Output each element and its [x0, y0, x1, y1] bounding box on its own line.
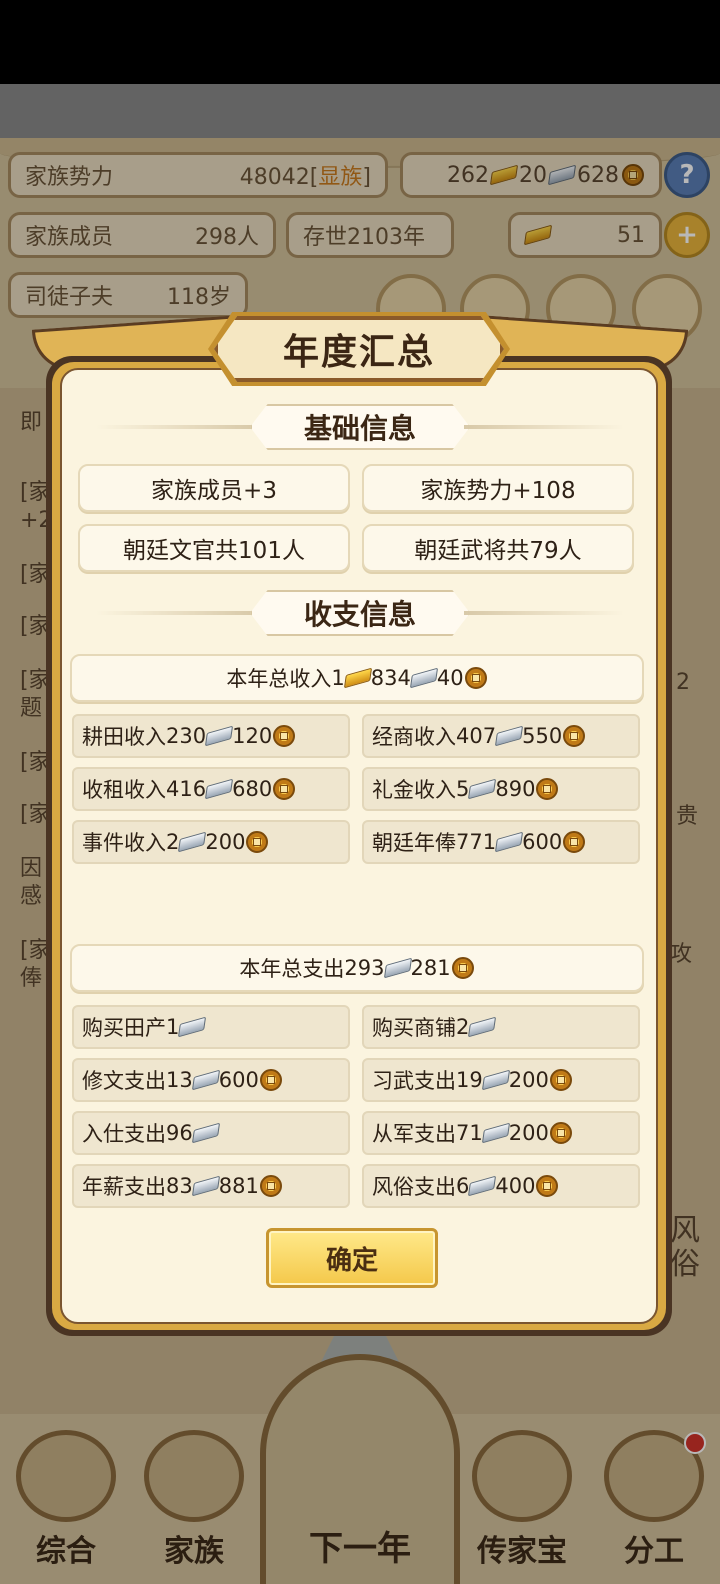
expense-item: 习武支出 19 200: [362, 1058, 640, 1102]
silver-ingot-icon: [191, 1175, 220, 1197]
expense-total: 本年总支出 293 281: [70, 944, 644, 992]
silver-ingot-icon: [495, 725, 524, 747]
expense-item: 风俗支出 6 400: [362, 1164, 640, 1208]
silver-ingot-icon: [178, 1016, 207, 1038]
expense-item: 购买商铺 2: [362, 1005, 640, 1049]
info-family-power: 家族势力+108: [362, 464, 634, 512]
copper-coin-icon: [259, 1175, 282, 1197]
silver-ingot-icon: [191, 1069, 220, 1091]
divider-line: [96, 611, 256, 615]
silver-ingot-icon: [468, 1175, 497, 1197]
income-total-silver: 834: [370, 666, 411, 690]
copper-coin-icon: [536, 1175, 559, 1197]
silver-ingot-icon: [178, 831, 207, 853]
info-military-generals: 朝廷武将共79人: [362, 524, 634, 572]
copper-coin-icon: [451, 957, 474, 979]
copper-coin-icon: [273, 725, 296, 747]
expense-item: 购买田产 1: [72, 1005, 350, 1049]
silver-ingot-icon: [205, 725, 234, 747]
income-total: 本年总收入 1 834 40: [70, 654, 644, 702]
section-basic-info: 基础信息: [96, 404, 624, 450]
silver-ingot-icon: [468, 1016, 497, 1038]
divider-line: [96, 425, 256, 429]
income-item: 耕田收入 230 120: [72, 714, 350, 758]
silver-ingot-icon: [468, 778, 497, 800]
gold-ingot-icon: [343, 667, 372, 689]
expense-item: 修文支出 13 600: [72, 1058, 350, 1102]
copper-coin-icon: [273, 778, 296, 800]
expense-item: 从军支出 71 200: [362, 1111, 640, 1155]
silver-ingot-icon: [205, 778, 234, 800]
silver-ingot-icon: [495, 831, 524, 853]
copper-coin-icon: [563, 725, 586, 747]
info-family-members: 家族成员+3: [78, 464, 350, 512]
section-finance-info-title: 收支信息: [250, 590, 470, 636]
copper-coin-icon: [549, 1069, 572, 1091]
divider-line: [464, 611, 624, 615]
copper-coin-icon: [563, 831, 586, 853]
copper-coin-icon: [536, 778, 559, 800]
silver-ingot-icon: [481, 1122, 510, 1144]
confirm-button[interactable]: 确定: [266, 1228, 438, 1288]
section-basic-info-title: 基础信息: [250, 404, 470, 450]
expense-item: 入仕支出 96: [72, 1111, 350, 1155]
income-item: 朝廷年俸 771 600: [362, 820, 640, 864]
income-item: 事件收入 2 200: [72, 820, 350, 864]
income-total-gold: 1: [331, 666, 345, 690]
income-total-label: 本年总收入: [226, 667, 332, 691]
copper-coin-icon: [549, 1122, 572, 1144]
silver-ingot-icon: [191, 1122, 220, 1144]
silver-ingot-icon: [481, 1069, 510, 1091]
income-total-coins: 40: [436, 666, 464, 690]
income-item: 礼金收入 5 890: [362, 767, 640, 811]
dialog-title: 年度汇总: [282, 332, 435, 373]
expense-total-label: 本年总支出: [239, 957, 345, 981]
section-finance-info: 收支信息: [96, 590, 624, 636]
copper-coin-icon: [464, 667, 487, 689]
copper-coin-icon: [259, 1069, 282, 1091]
silver-ingot-icon: [409, 667, 438, 689]
income-item: 收租收入 416 680: [72, 767, 350, 811]
info-civil-officials: 朝廷文官共101人: [78, 524, 350, 572]
expense-total-coins: 281: [410, 956, 451, 980]
silver-ingot-icon: [383, 957, 412, 979]
income-item: 经商收入 407 550: [362, 714, 640, 758]
expense-item: 年薪支出 83 881: [72, 1164, 350, 1208]
copper-coin-icon: [246, 831, 269, 853]
divider-line: [464, 425, 624, 429]
expense-total-silver: 293: [344, 956, 385, 980]
